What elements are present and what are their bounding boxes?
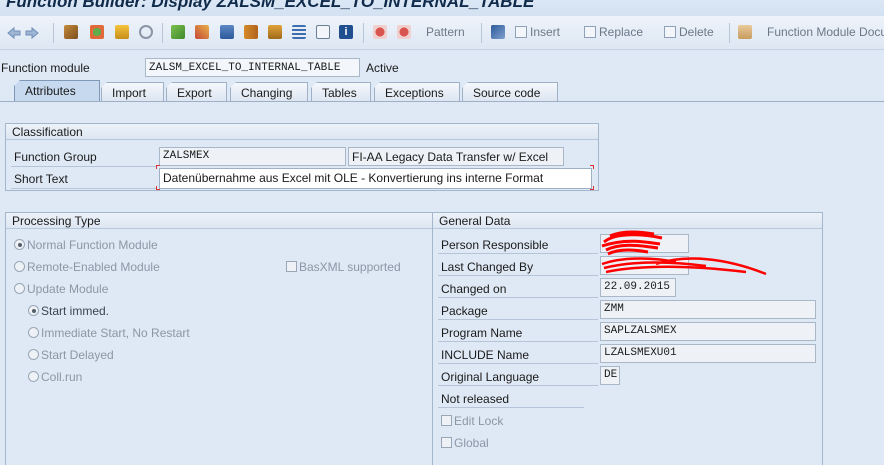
global-checkbox[interactable]: Global [441,436,489,450]
test-icon[interactable] [397,25,411,39]
radio-update-module[interactable]: Update Module [14,282,108,296]
radio-remote-enabled-module[interactable]: Remote-Enabled Module [14,260,160,274]
start-immed-label: Start immed. [41,304,110,318]
global-label: Global [454,436,489,450]
forward-icon [25,26,39,40]
function-group-field[interactable]: ZALSMEX [159,147,346,166]
release-status-text: Not released [441,392,510,406]
classification-title: Classification [6,124,598,140]
insert-icon[interactable] [491,25,505,39]
remote-enabled-label: Remote-Enabled Module [27,260,160,274]
tab-changing[interactable]: Changing [230,82,308,101]
person-responsible-label: Person Responsible [441,238,549,252]
radio-normal-function-module[interactable]: Normal Function Module [14,238,158,252]
processing-type-title: Processing Type [6,213,432,229]
window-title: Function Builder: Display ZALSM_EXCEL_TO… [6,0,535,11]
frame-icon[interactable] [316,25,330,39]
replace-label: Replace [599,25,644,39]
tab-source-code[interactable]: Source code [462,82,558,101]
enhance-icon[interactable] [244,25,258,39]
tab-strip: Attributes Import Export Changing Tables… [0,80,884,102]
delete-line-icon [664,26,676,38]
status-text: Active [366,61,399,75]
check-icon[interactable] [90,25,104,39]
back-icon[interactable] [6,25,40,41]
short-text-field[interactable]: Datenübernahme aus Excel mit OLE - Konve… [159,168,592,189]
tab-divider [0,101,884,102]
edit-lock-label: Edit Lock [454,414,504,428]
tab-tables[interactable]: Tables [311,82,371,101]
person-responsible-field[interactable] [600,234,689,253]
function-module-label: Function module [1,61,90,75]
documentation-icon [738,25,752,39]
insert-button[interactable]: Insert [515,25,560,39]
changed-on-field[interactable]: 22.09.2015 [600,278,676,297]
tab-export[interactable]: Export [166,82,227,101]
function-module-field[interactable]: ZALSM_EXCEL_TO_INTERNAL_TABLE [145,58,360,77]
display-list-icon[interactable] [292,25,306,39]
general-data-title: General Data [433,213,822,229]
delete-label: Delete [679,25,714,39]
original-language-label: Original Language [441,370,540,384]
function-module-doc-button[interactable]: Function Module Docu [767,25,884,39]
radio-start-delayed[interactable]: Start Delayed [28,348,114,362]
application-toolbar: i Pattern Insert Replace Delete Function… [0,16,884,50]
function-group-description: FI-AA Legacy Data Transfer w/ Excel [348,147,564,166]
program-name-field[interactable]: SAPLZALSMEX [600,322,816,341]
radio-immediate-no-restart[interactable]: Immediate Start, No Restart [28,326,190,340]
insert-line-icon [515,26,527,38]
debug-icon[interactable] [373,25,387,39]
replace-line-icon [584,26,596,38]
edit-lock-checkbox[interactable]: Edit Lock [441,414,503,428]
insert-label: Insert [530,25,561,39]
info-icon[interactable]: i [339,25,353,39]
hierarchy-icon[interactable] [268,25,282,39]
radio-start-immed[interactable]: Start immed. [28,304,109,318]
where-used-icon[interactable] [139,25,153,39]
replace-button[interactable]: Replace [584,25,643,39]
original-language-field[interactable]: DE [600,366,620,385]
last-changed-by-label: Last Changed By [441,260,534,274]
program-name-label: Program Name [441,326,523,340]
tab-attributes[interactable]: Attributes [14,80,100,102]
include-name-field[interactable]: LZALSMEXU01 [600,344,816,363]
radio-coll-run[interactable]: Coll.run [28,370,82,384]
changed-on-label: Changed on [441,282,507,296]
short-text-label: Short Text [14,172,68,186]
tab-import[interactable]: Import [101,82,164,101]
include-name-label: INCLUDE Name [441,348,530,362]
package-label: Package [441,304,488,318]
basxml-checkbox[interactable]: BasXML supported [286,260,401,274]
navigation-window-icon[interactable] [195,25,209,39]
last-changed-by-field[interactable] [600,256,689,275]
start-delayed-label: Start Delayed [41,348,114,362]
package-field[interactable]: ZMM [600,300,816,319]
delete-button[interactable]: Delete [664,25,714,39]
tab-exceptions[interactable]: Exceptions [374,82,460,101]
update-module-label: Update Module [27,282,109,296]
basxml-label: BasXML supported [299,260,401,274]
normal-function-module-label: Normal Function Module [27,238,158,252]
function-group-label: Function Group [14,150,97,164]
coll-run-label: Coll.run [41,370,83,384]
pattern-button[interactable]: Pattern [426,25,465,39]
other-object-icon[interactable] [64,25,78,39]
immediate-no-restart-label: Immediate Start, No Restart [41,326,190,340]
edit-icon[interactable] [220,25,234,39]
title-bar: Function Builder: Display ZALSM_EXCEL_TO… [0,0,884,16]
display-object-list-icon[interactable] [171,25,185,39]
activate-icon[interactable] [115,25,129,39]
